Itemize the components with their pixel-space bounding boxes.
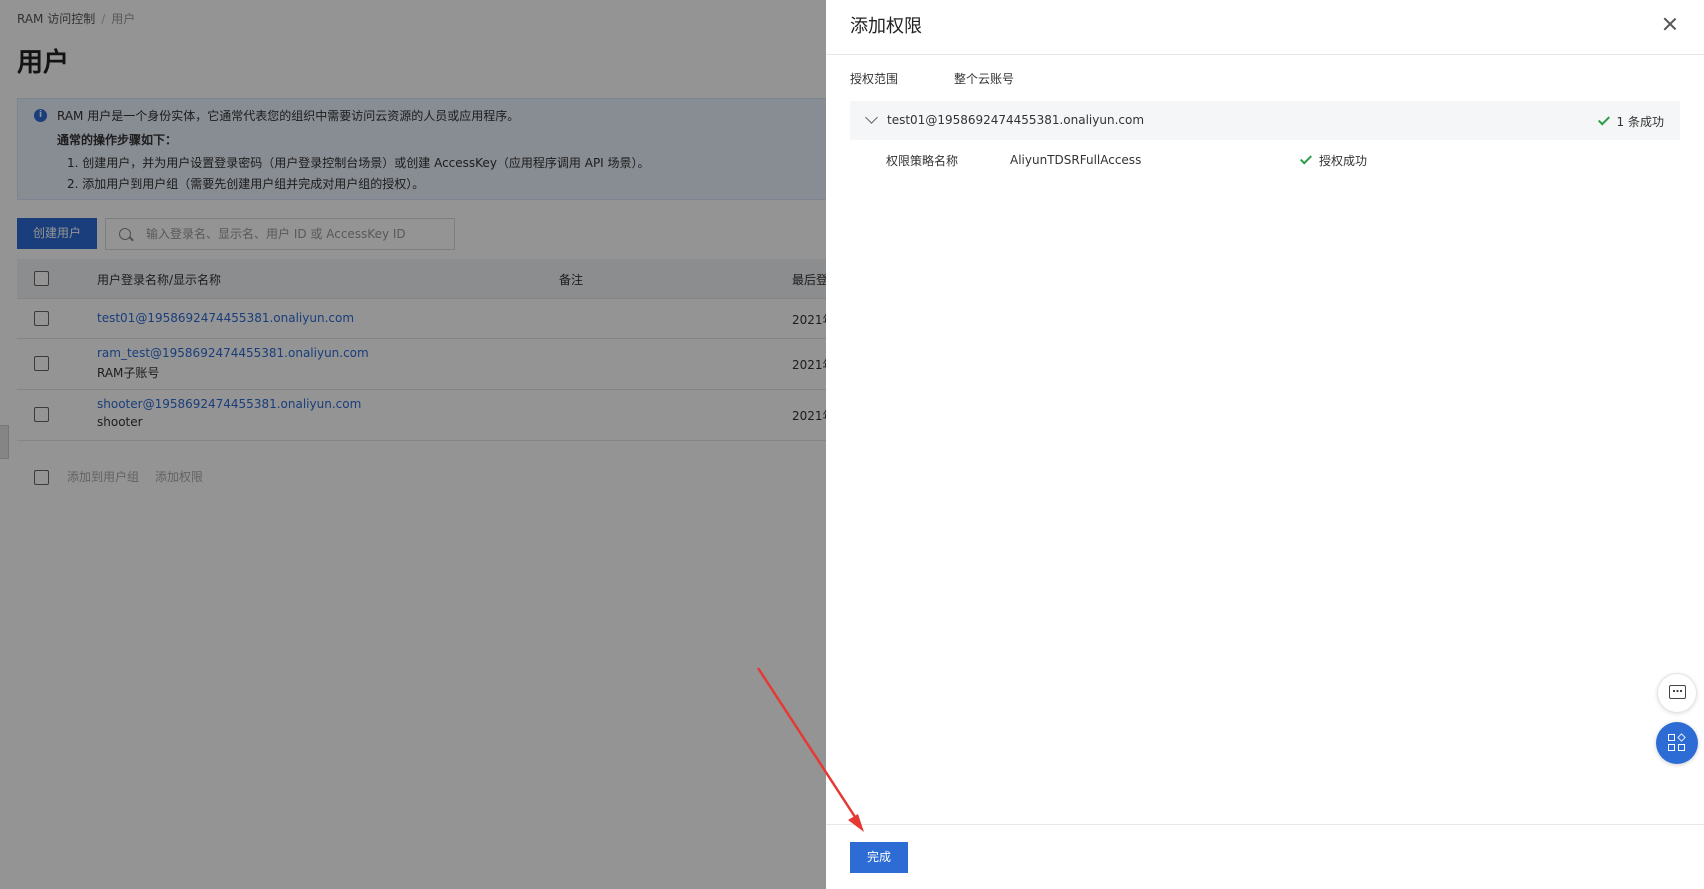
policy-label: 权限策略名称 [886, 154, 959, 168]
policy-status: 授权成功 [1299, 152, 1368, 169]
chat-icon [1669, 685, 1686, 699]
feedback-button[interactable] [1657, 673, 1697, 713]
result-group-user: test01@1958692474455381.onaliyun.com [887, 113, 1145, 127]
policy-name: AliyunTDSRFullAccess [1010, 153, 1142, 167]
policy-status-text: 授权成功 [1319, 154, 1368, 168]
drawer-header: 添加权限 [826, 0, 1704, 55]
drawer-title: 添加权限 [850, 16, 922, 37]
close-icon[interactable] [1662, 16, 1678, 32]
drawer-footer: 完成 [826, 824, 1704, 889]
done-button[interactable]: 完成 [850, 842, 908, 873]
policy-result-row: 权限策略名称 AliyunTDSRFullAccess 授权成功 [850, 140, 1680, 180]
apps-icon [1668, 733, 1686, 752]
check-icon [1597, 113, 1610, 126]
result-group-status: 1 条成功 [1597, 113, 1664, 130]
check-icon [1299, 152, 1313, 165]
chevron-down-icon[interactable] [865, 111, 878, 124]
result-group-header[interactable]: test01@1958692474455381.onaliyun.com 1 条… [850, 101, 1680, 140]
scope-value: 整个云账号 [954, 72, 1015, 86]
add-permission-drawer: 添加权限 授权范围 整个云账号 test01@1958692474455381.… [826, 0, 1704, 889]
scope-label: 授权范围 [850, 72, 899, 86]
apps-button[interactable] [1656, 722, 1698, 764]
result-group-status-text: 1 条成功 [1616, 115, 1664, 129]
modal-overlay[interactable] [0, 0, 826, 889]
